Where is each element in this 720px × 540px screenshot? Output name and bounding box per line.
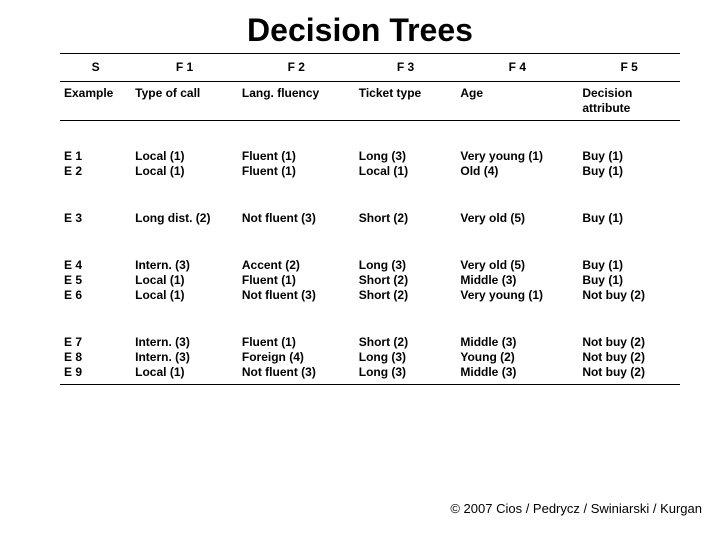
g4-f3: Short (2)Long (3)Long (3) (355, 331, 457, 385)
g1-f3: Long (3)Local (1) (355, 145, 457, 183)
hdr2-type: Type of call (131, 82, 238, 121)
slide-title: Decision Trees (0, 0, 720, 53)
g3-f5: Buy (1)Buy (1)Not buy (2) (578, 254, 680, 307)
hdr2-decision: Decision attribute (578, 82, 680, 121)
hdr2-age: Age (456, 82, 578, 121)
hdr2-example: Example (60, 82, 131, 121)
g4-f1: Intern. (3)Intern. (3)Local (1) (131, 331, 238, 385)
g3-f2: Accent (2)Fluent (1)Not fluent (3) (238, 254, 355, 307)
group-row-4: E 7E 8E 9 Intern. (3)Intern. (3)Local (1… (60, 331, 680, 385)
copyright-text: © 2007 Cios / Pedrycz / Swiniarski / Kur… (450, 501, 702, 516)
hdr2-ticket: Ticket type (355, 82, 457, 121)
g1-f5: Buy (1)Buy (1) (578, 145, 680, 183)
group-row-3: E 4E 5E 6 Intern. (3)Local (1)Local (1) … (60, 254, 680, 307)
g2-f1: Long dist. (2) (131, 207, 238, 230)
header-row-codes: S F 1 F 2 F 3 F 4 F 5 (60, 54, 680, 82)
g3-f1: Intern. (3)Local (1)Local (1) (131, 254, 238, 307)
g2-f5: Buy (1) (578, 207, 680, 230)
hdr-F3: F 3 (355, 54, 457, 82)
header-row-names: Example Type of call Lang. fluency Ticke… (60, 82, 680, 121)
g3-f4: Very old (5)Middle (3)Very young (1) (456, 254, 578, 307)
decision-table: S F 1 F 2 F 3 F 4 F 5 Example Type of ca… (60, 53, 680, 385)
hdr-F1: F 1 (131, 54, 238, 82)
hdr-F2: F 2 (238, 54, 355, 82)
hdr-S: S (60, 54, 131, 82)
hdr-F4: F 4 (456, 54, 578, 82)
g1-f2: Fluent (1)Fluent (1) (238, 145, 355, 183)
g1-f4: Very young (1)Old (4) (456, 145, 578, 183)
hdr-F5: F 5 (578, 54, 680, 82)
g3-f3: Long (3)Short (2)Short (2) (355, 254, 457, 307)
g1-f1: Local (1)Local (1) (131, 145, 238, 183)
group-row-1: E 1E 2 Local (1)Local (1) Fluent (1)Flue… (60, 145, 680, 183)
g3-s: E 4E 5E 6 (60, 254, 131, 307)
g4-f4: Middle (3)Young (2)Middle (3) (456, 331, 578, 385)
g4-s: E 7E 8E 9 (60, 331, 131, 385)
g2-f2: Not fluent (3) (238, 207, 355, 230)
g2-s: E 3 (60, 207, 131, 230)
g1-s: E 1E 2 (60, 145, 131, 183)
g4-f5: Not buy (2)Not buy (2)Not buy (2) (578, 331, 680, 385)
group-row-2: E 3 Long dist. (2) Not fluent (3) Short … (60, 207, 680, 230)
g2-f3: Short (2) (355, 207, 457, 230)
g2-f4: Very old (5) (456, 207, 578, 230)
g4-f2: Fluent (1)Foreign (4)Not fluent (3) (238, 331, 355, 385)
hdr2-fluency: Lang. fluency (238, 82, 355, 121)
